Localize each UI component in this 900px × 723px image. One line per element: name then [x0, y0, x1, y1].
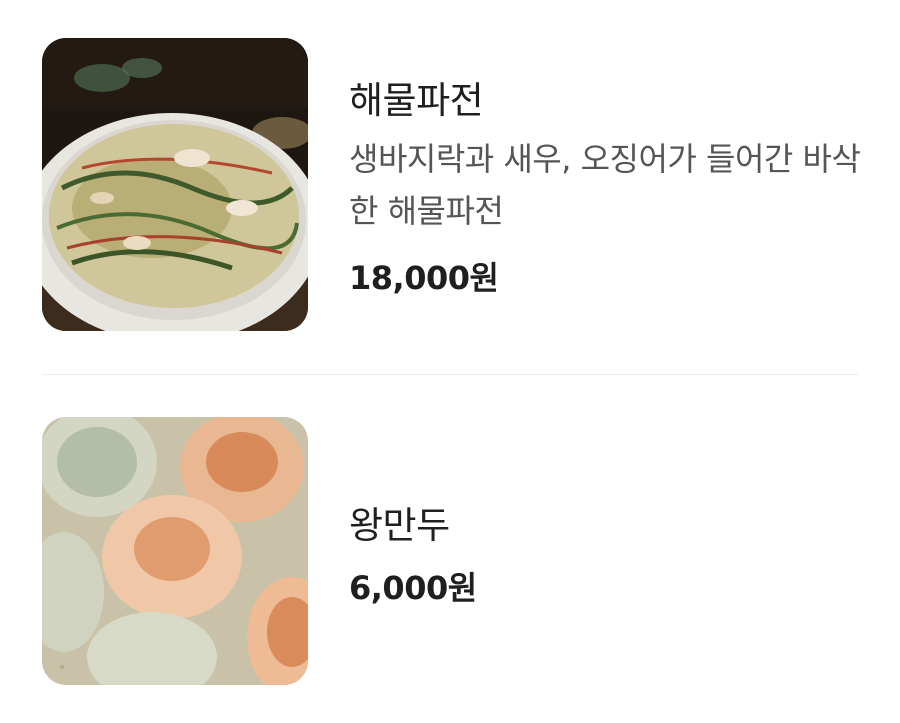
menu-item-price: 6,000원 [349, 569, 477, 607]
menu-item-price: 18,000원 [349, 259, 499, 297]
menu-item-wang-mandu[interactable]: 왕만두 6,000원 [42, 417, 858, 685]
menu-item-name: 왕만두 [349, 504, 450, 547]
seafood-pancake-photo [42, 38, 308, 331]
menu-item-haemul-pajeon[interactable]: 해물파전 생바지락과 새우, 오징어가 들어간 바삭한 해물파전 18,000원 [42, 38, 861, 331]
item-divider [42, 374, 858, 375]
menu-item-name: 해물파전 [349, 79, 484, 122]
steamed-dumplings-photo [42, 417, 308, 685]
menu-item-description: 생바지락과 새우, 오징어가 들어간 바삭한 해물파전 [349, 140, 861, 230]
